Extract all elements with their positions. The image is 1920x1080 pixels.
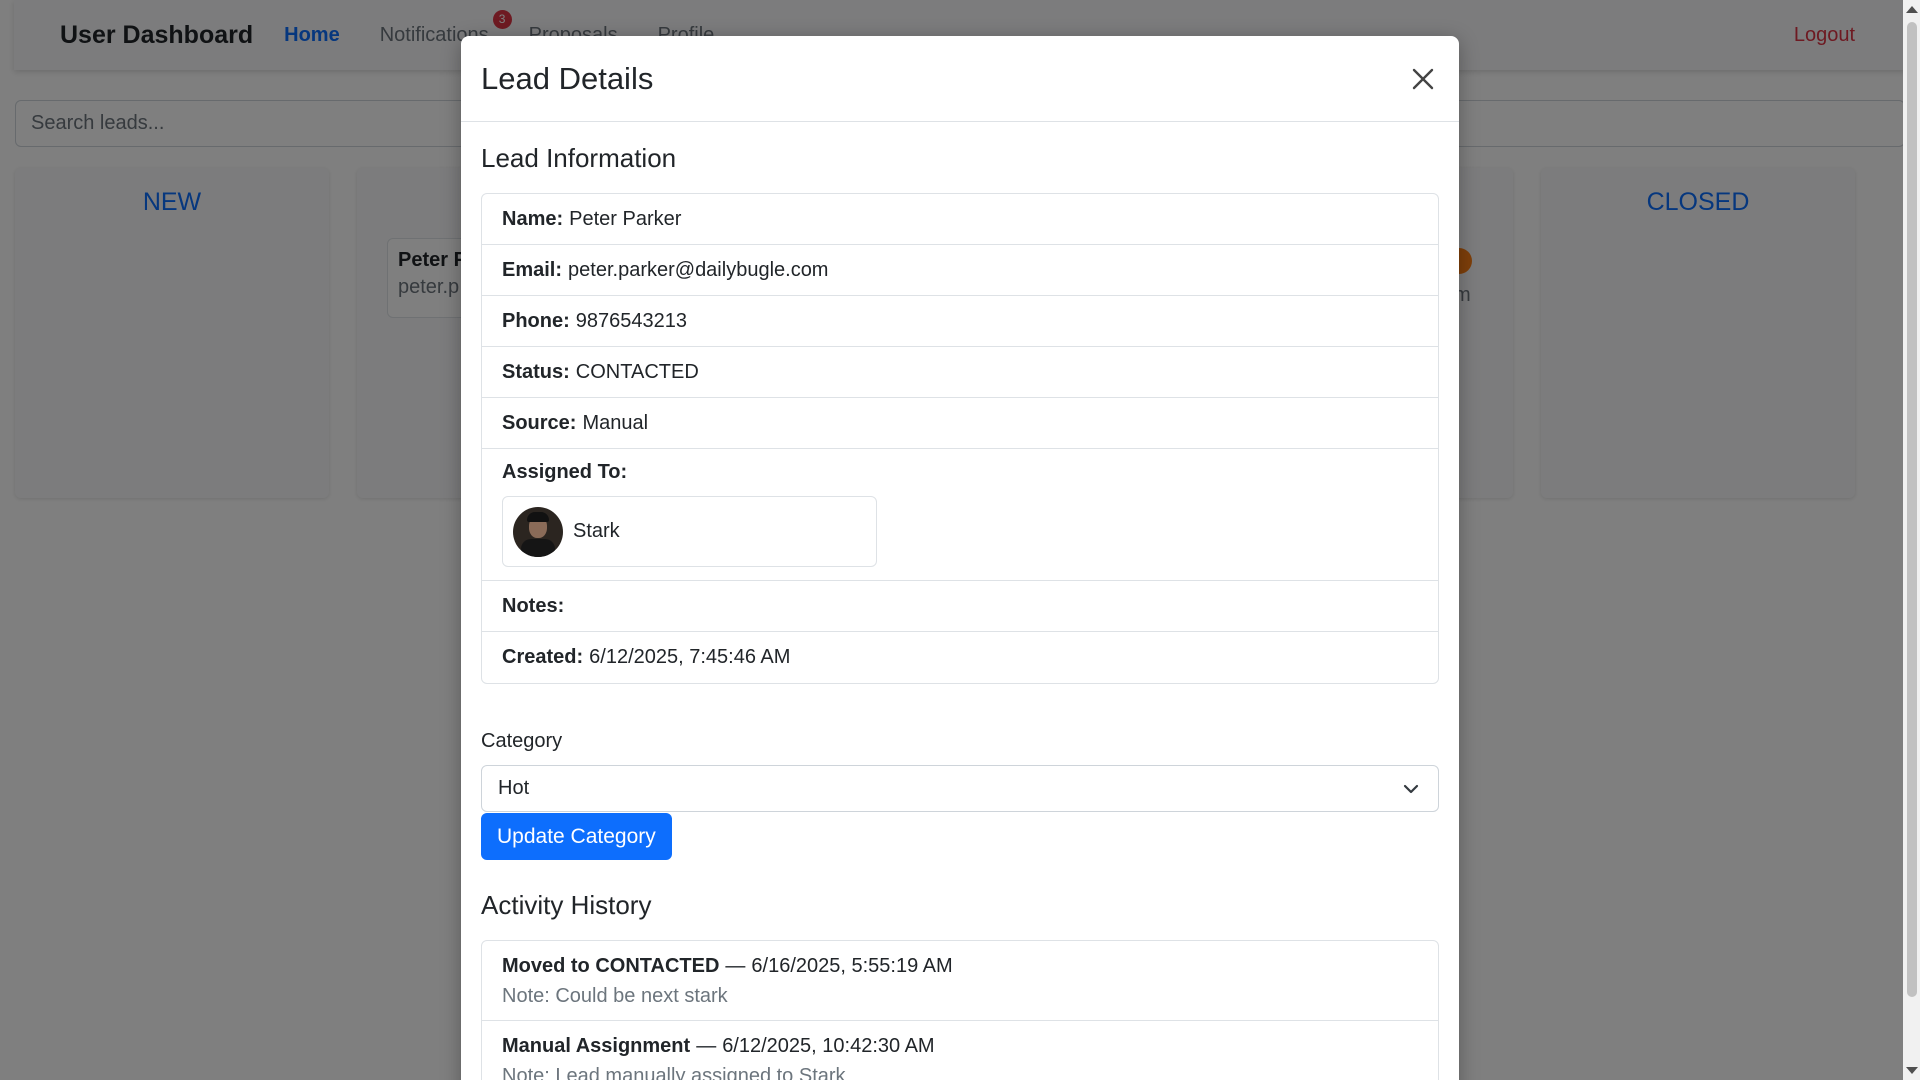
- modal-header: Lead Details: [461, 36, 1459, 122]
- close-icon: [1412, 68, 1434, 90]
- info-source: Source: Manual: [482, 398, 1438, 449]
- info-email: Email: peter.parker@dailybugle.com: [482, 245, 1438, 296]
- info-name-label: Name:: [502, 207, 564, 230]
- activity-separator: —: [725, 955, 746, 977]
- activity-time: 6/12/2025, 10:42:30 AM: [722, 1035, 935, 1057]
- info-created-label: Created:: [502, 646, 584, 668]
- scroll-thumb[interactable]: [1907, 22, 1917, 997]
- modal-title: Lead Details: [481, 60, 654, 96]
- list-item: Manual Assignment —6/12/2025, 10:42:30 AM…: [482, 1021, 1438, 1080]
- info-assigned-label: Assigned To:: [502, 461, 628, 483]
- activity-time: 6/16/2025, 5:55:19 AM: [751, 955, 953, 977]
- info-name-value: Peter Parker: [569, 207, 682, 230]
- page-scrollbar[interactable]: [1903, 0, 1920, 1080]
- activity-note: Note: Lead manually assigned to Stark: [502, 1065, 846, 1080]
- info-source-value: Manual: [582, 411, 649, 434]
- lead-information-title: Lead Information: [481, 143, 677, 173]
- chevron-down-icon: [1403, 784, 1419, 794]
- modal-body: Lead Information Name: Peter Parker Emai…: [461, 143, 1459, 1080]
- info-email-value: peter.parker@dailybugle.com: [568, 258, 829, 281]
- info-status: Status: CONTACTED: [482, 347, 1438, 398]
- info-created: Created: 6/12/2025, 7:45:46 AM: [482, 632, 1438, 683]
- info-email-label: Email:: [502, 258, 563, 281]
- info-status-value: CONTACTED: [575, 360, 699, 383]
- list-item: Moved to CONTACTED —6/16/2025, 5:55:19 AM…: [482, 941, 1438, 1021]
- category-label: Category: [481, 730, 563, 752]
- scroll-down-arrow-icon[interactable]: [1906, 1067, 1918, 1074]
- assignee-name: Stark: [573, 520, 620, 542]
- activity-list: Moved to CONTACTED —6/16/2025, 5:55:19 AM…: [481, 940, 1439, 1080]
- info-name: Name: Peter Parker: [482, 194, 1438, 245]
- avatar: [513, 506, 563, 557]
- activity-history-title: Activity History: [481, 890, 652, 920]
- info-notes-label: Notes:: [502, 594, 565, 617]
- assignee-chip: Stark: [502, 496, 877, 567]
- lead-details-modal: Lead Details Lead Information Name: Pete…: [461, 36, 1459, 1080]
- info-created-value: 6/12/2025, 7:45:46 AM: [589, 646, 791, 668]
- info-phone: Phone: 9876543213: [482, 296, 1438, 347]
- info-phone-label: Phone:: [502, 309, 570, 332]
- info-status-label: Status:: [502, 360, 570, 383]
- activity-heading: Manual Assignment —6/12/2025, 10:42:30 AM: [502, 1035, 1418, 1058]
- activity-note: Note: Could be next stark: [502, 985, 728, 1007]
- category-select[interactable]: Hot: [481, 765, 1439, 812]
- activity-action: Manual Assignment: [502, 1035, 691, 1057]
- activity-heading: Moved to CONTACTED —6/16/2025, 5:55:19 AM: [502, 955, 1418, 978]
- activity-separator: —: [696, 1035, 717, 1057]
- lead-info-list: Name: Peter Parker Email: peter.parker@d…: [481, 193, 1439, 684]
- scroll-up-arrow-icon[interactable]: [1906, 6, 1918, 13]
- info-assigned: Assigned To: Stark: [482, 449, 1438, 581]
- info-source-label: Source:: [502, 411, 577, 434]
- update-category-button[interactable]: Update Category: [481, 813, 672, 860]
- activity-action: Moved to CONTACTED: [502, 955, 720, 977]
- category-selected-value: Hot: [498, 777, 530, 799]
- info-notes: Notes:: [482, 581, 1438, 632]
- close-button[interactable]: [1405, 61, 1441, 97]
- info-phone-value: 9876543213: [575, 309, 688, 332]
